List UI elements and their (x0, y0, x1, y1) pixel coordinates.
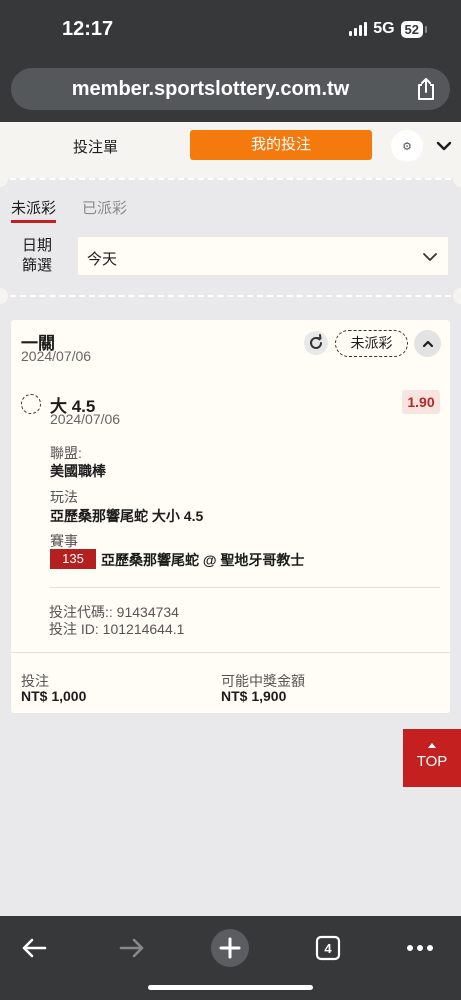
tab-bet-slip[interactable]: 投注單 (48, 136, 143, 157)
plus-icon (211, 929, 249, 967)
odds-badge: 1.90 (402, 390, 440, 414)
share-icon[interactable] (415, 77, 437, 101)
selection-status-icon (21, 394, 41, 414)
network-type: 5G (373, 20, 395, 37)
chevron-up-icon (422, 340, 433, 347)
back-button[interactable] (12, 926, 56, 970)
divider (50, 587, 440, 588)
refresh-button[interactable] (304, 331, 328, 355)
payout-value: NT$ 1,900 (221, 688, 287, 704)
home-indicator (148, 985, 313, 990)
event-number-badge: 135 (50, 549, 96, 569)
divider (11, 652, 450, 653)
league-value: 美國職棒 (50, 463, 106, 479)
active-tab-indicator (11, 220, 56, 223)
arrow-up-icon (428, 743, 436, 748)
market-value: 亞歷桑那響尾蛇 大小 4.5 (50, 508, 204, 524)
bet-id: 投注 ID: 101214644.1 (49, 621, 185, 637)
arrow-left-icon (22, 938, 47, 958)
arrow-right-icon (119, 938, 144, 958)
collapse-button[interactable] (414, 330, 441, 357)
tab-my-bets[interactable]: 我的投注 (190, 130, 372, 160)
divider (0, 295, 461, 297)
date-filter-label: 日期篩選 (22, 237, 53, 274)
event-name: 亞歷桑那響尾蛇 @ 聖地牙哥教士 (101, 552, 305, 568)
scroll-to-top-label: TOP (416, 753, 448, 770)
scroll-to-top-button[interactable]: TOP (403, 729, 461, 787)
status-time: 12:17 (62, 18, 114, 40)
bet-card: 一關 2024/07/06 未派彩 大 4.5 2024/07/06 1.90 … (11, 320, 450, 713)
tab-settled[interactable]: 已派彩 (82, 197, 127, 218)
more-icon (407, 945, 433, 951)
gear-icon: ⚙ (402, 140, 412, 153)
tabs-count: 4 (324, 940, 332, 956)
signal-icon (349, 22, 368, 36)
tab-unsettled[interactable]: 未派彩 (11, 197, 56, 218)
league-label: 聯盟: (50, 445, 82, 461)
status-tabs: 未派彩 已派彩 (0, 180, 461, 226)
date-filter-value: 今天 (87, 251, 118, 268)
address-bar[interactable]: member.sportslottery.com.tw (11, 68, 450, 110)
ticket-notch (0, 288, 8, 304)
app-header: 投注單 我的投注 ⚙ (0, 122, 461, 178)
chevron-down-icon (423, 253, 437, 261)
browser-chrome: 12:17 5G 52 member.sportslottery.com.tw (0, 0, 461, 122)
date-filter-select[interactable]: 今天 (77, 236, 449, 276)
new-tab-button[interactable] (208, 926, 252, 970)
chevron-down-icon[interactable] (432, 134, 456, 158)
status-badge: 未派彩 (335, 330, 408, 357)
selection-date: 2024/07/06 (50, 411, 121, 427)
market-label: 玩法 (50, 489, 78, 505)
more-button[interactable] (398, 926, 442, 970)
refresh-icon (310, 334, 322, 349)
tabs-button[interactable]: 4 (306, 926, 350, 970)
bet-date: 2024/07/06 (21, 348, 92, 364)
settings-button[interactable]: ⚙ (391, 130, 423, 162)
event-label: 賽事 (50, 533, 78, 549)
status-indicators: 5G 52 (349, 20, 428, 38)
forward-button[interactable] (110, 926, 154, 970)
battery-icon: 52 (400, 20, 428, 38)
ticket-notch (453, 288, 461, 304)
stake-value: NT$ 1,000 (21, 688, 87, 704)
url-text: member.sportslottery.com.tw (71, 78, 350, 100)
